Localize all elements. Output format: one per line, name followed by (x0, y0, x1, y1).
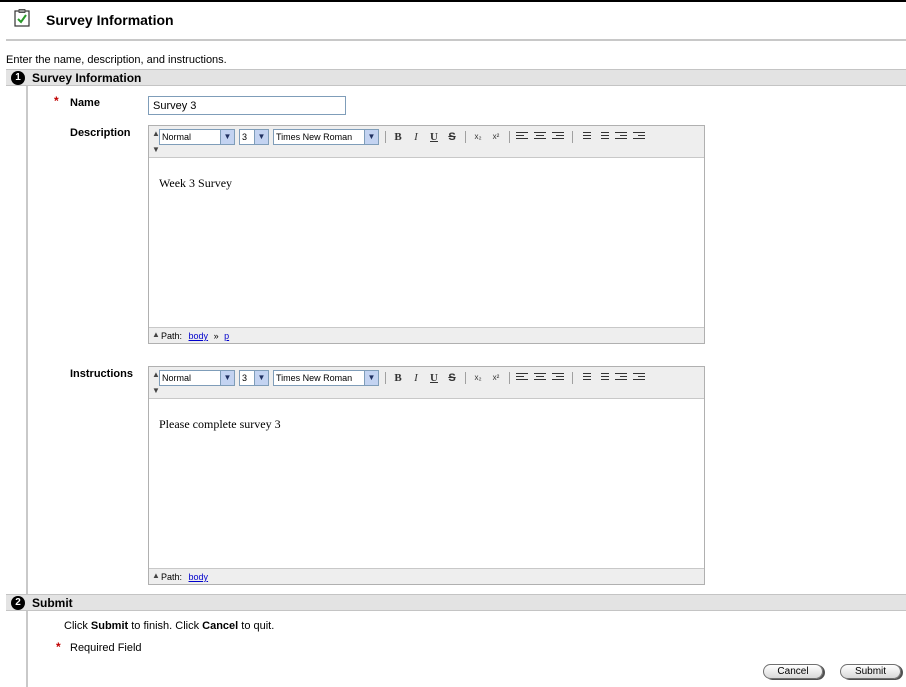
bold-button[interactable]: B (390, 129, 406, 145)
submit-help-text: Click Submit to finish. Click Cancel to … (64, 620, 274, 632)
font-select[interactable]: Times New Roman ▼ (273, 129, 379, 145)
unordered-list-icon[interactable] (597, 373, 609, 383)
path-separator: » (213, 331, 219, 341)
style-select[interactable]: Normal ▼ (159, 129, 235, 145)
superscript-button[interactable]: x² (488, 370, 504, 386)
path-link-body[interactable]: body (189, 572, 209, 582)
indent-icon[interactable] (633, 132, 645, 142)
instructions-editor[interactable]: ▲ ▼ Normal ▼ 3 ▼ Times New Roman ▼ B I U S … (148, 366, 705, 585)
path-label-text: Path: (161, 572, 183, 582)
align-center-icon[interactable] (534, 132, 546, 142)
size-select[interactable]: 3 ▼ (239, 370, 269, 386)
toolbar-separator (385, 131, 386, 143)
align-left-icon[interactable] (516, 373, 528, 383)
ordered-list-icon[interactable] (579, 132, 591, 142)
style-select[interactable]: Normal ▼ (159, 370, 235, 386)
header-divider (6, 39, 906, 41)
help-text-part: Click (64, 620, 91, 632)
page-instructions: Enter the name, description, and instruc… (6, 54, 227, 66)
toolbar-expand-icon[interactable]: ▼ (152, 386, 160, 395)
editor-toolbar: ▲ ▼ Normal ▼ 3 ▼ Times New Roman ▼ B I U S … (149, 126, 704, 158)
required-asterisk: * (56, 640, 61, 654)
strikethrough-button[interactable]: S (444, 370, 460, 386)
path-label: Path: body (161, 572, 208, 582)
superscript-button[interactable]: x² (488, 129, 504, 145)
description-label: Description (70, 127, 131, 139)
editor-statusbar: ▲ Path: body (149, 568, 704, 584)
step-2-badge: 2 (11, 596, 25, 610)
style-select-value: Normal (162, 373, 192, 383)
page-title: Survey Information (46, 12, 174, 28)
chevron-down-icon: ▼ (220, 130, 234, 144)
align-left-icon[interactable] (516, 132, 528, 142)
toolbar-separator (509, 131, 510, 143)
font-select-value: Times New Roman (276, 373, 353, 383)
description-editor[interactable]: ▲ ▼ Normal ▼ 3 ▼ Times New Roman ▼ B I U S … (148, 125, 705, 344)
unordered-list-icon[interactable] (597, 132, 609, 142)
editor-statusbar: ▲ Path: body » p (149, 327, 704, 343)
font-select[interactable]: Times New Roman ▼ (273, 370, 379, 386)
chevron-down-icon: ▼ (364, 130, 378, 144)
submit-button[interactable]: Submit (840, 664, 901, 679)
toolbar-expand-icon[interactable]: ▼ (152, 145, 160, 154)
required-field-legend: Required Field (70, 642, 142, 654)
section-submit: 2 Submit (6, 594, 906, 611)
underline-button[interactable]: U (426, 129, 442, 145)
outdent-icon[interactable] (615, 373, 627, 383)
instructions-editor-content[interactable]: Please complete survey 3 (159, 417, 281, 432)
align-right-icon[interactable] (552, 373, 564, 383)
help-text-submit: Submit (90, 620, 129, 632)
section-title: Submit (32, 596, 73, 610)
align-center-icon[interactable] (534, 373, 546, 383)
name-label: Name (70, 97, 100, 109)
statusbar-collapse-icon[interactable]: ▲ (152, 330, 160, 339)
toolbar-separator (465, 372, 466, 384)
strikethrough-button[interactable]: S (444, 129, 460, 145)
help-text-part: to quit. (238, 620, 275, 632)
outdent-icon[interactable] (615, 132, 627, 142)
statusbar-collapse-icon[interactable]: ▲ (152, 571, 160, 580)
page-header: Survey Information (0, 0, 906, 41)
path-link-p[interactable]: p (224, 331, 229, 341)
bold-button[interactable]: B (390, 370, 406, 386)
chevron-down-icon: ▼ (364, 371, 378, 385)
description-editor-content[interactable]: Week 3 Survey (159, 176, 232, 191)
chevron-down-icon: ▼ (254, 130, 268, 144)
align-right-icon[interactable] (552, 132, 564, 142)
size-select-value: 3 (242, 373, 248, 383)
help-text-cancel: Cancel (202, 620, 239, 632)
section-title: Survey Information (32, 71, 142, 85)
toolbar-separator (509, 372, 510, 384)
path-link-body[interactable]: body (189, 331, 209, 341)
help-text-part: to finish. Click (128, 620, 203, 632)
ordered-list-icon[interactable] (579, 373, 591, 383)
section-survey-information: 1 Survey Information (6, 69, 906, 86)
step-1-badge: 1 (11, 71, 25, 85)
clipboard-check-icon (14, 9, 30, 27)
required-asterisk: * (54, 94, 59, 108)
toolbar-separator (572, 131, 573, 143)
italic-button[interactable]: I (408, 129, 424, 145)
subscript-button[interactable]: x₂ (470, 129, 486, 145)
size-select-value: 3 (242, 132, 248, 142)
cancel-button[interactable]: Cancel (763, 664, 823, 679)
font-select-value: Times New Roman (276, 132, 353, 142)
editor-toolbar: ▲ ▼ Normal ▼ 3 ▼ Times New Roman ▼ B I U S … (149, 367, 704, 399)
style-select-value: Normal (162, 132, 192, 142)
size-select[interactable]: 3 ▼ (239, 129, 269, 145)
chevron-down-icon: ▼ (220, 371, 234, 385)
chevron-down-icon: ▼ (254, 371, 268, 385)
path-label: Path: body » p (161, 331, 229, 341)
instructions-label: Instructions (70, 368, 133, 380)
toolbar-separator (465, 131, 466, 143)
italic-button[interactable]: I (408, 370, 424, 386)
underline-button[interactable]: U (426, 370, 442, 386)
toolbar-separator (572, 372, 573, 384)
indent-icon[interactable] (633, 373, 645, 383)
path-label-text: Path: (161, 331, 183, 341)
subscript-button[interactable]: x₂ (470, 370, 486, 386)
name-input[interactable] (148, 96, 346, 115)
toolbar-separator (385, 372, 386, 384)
